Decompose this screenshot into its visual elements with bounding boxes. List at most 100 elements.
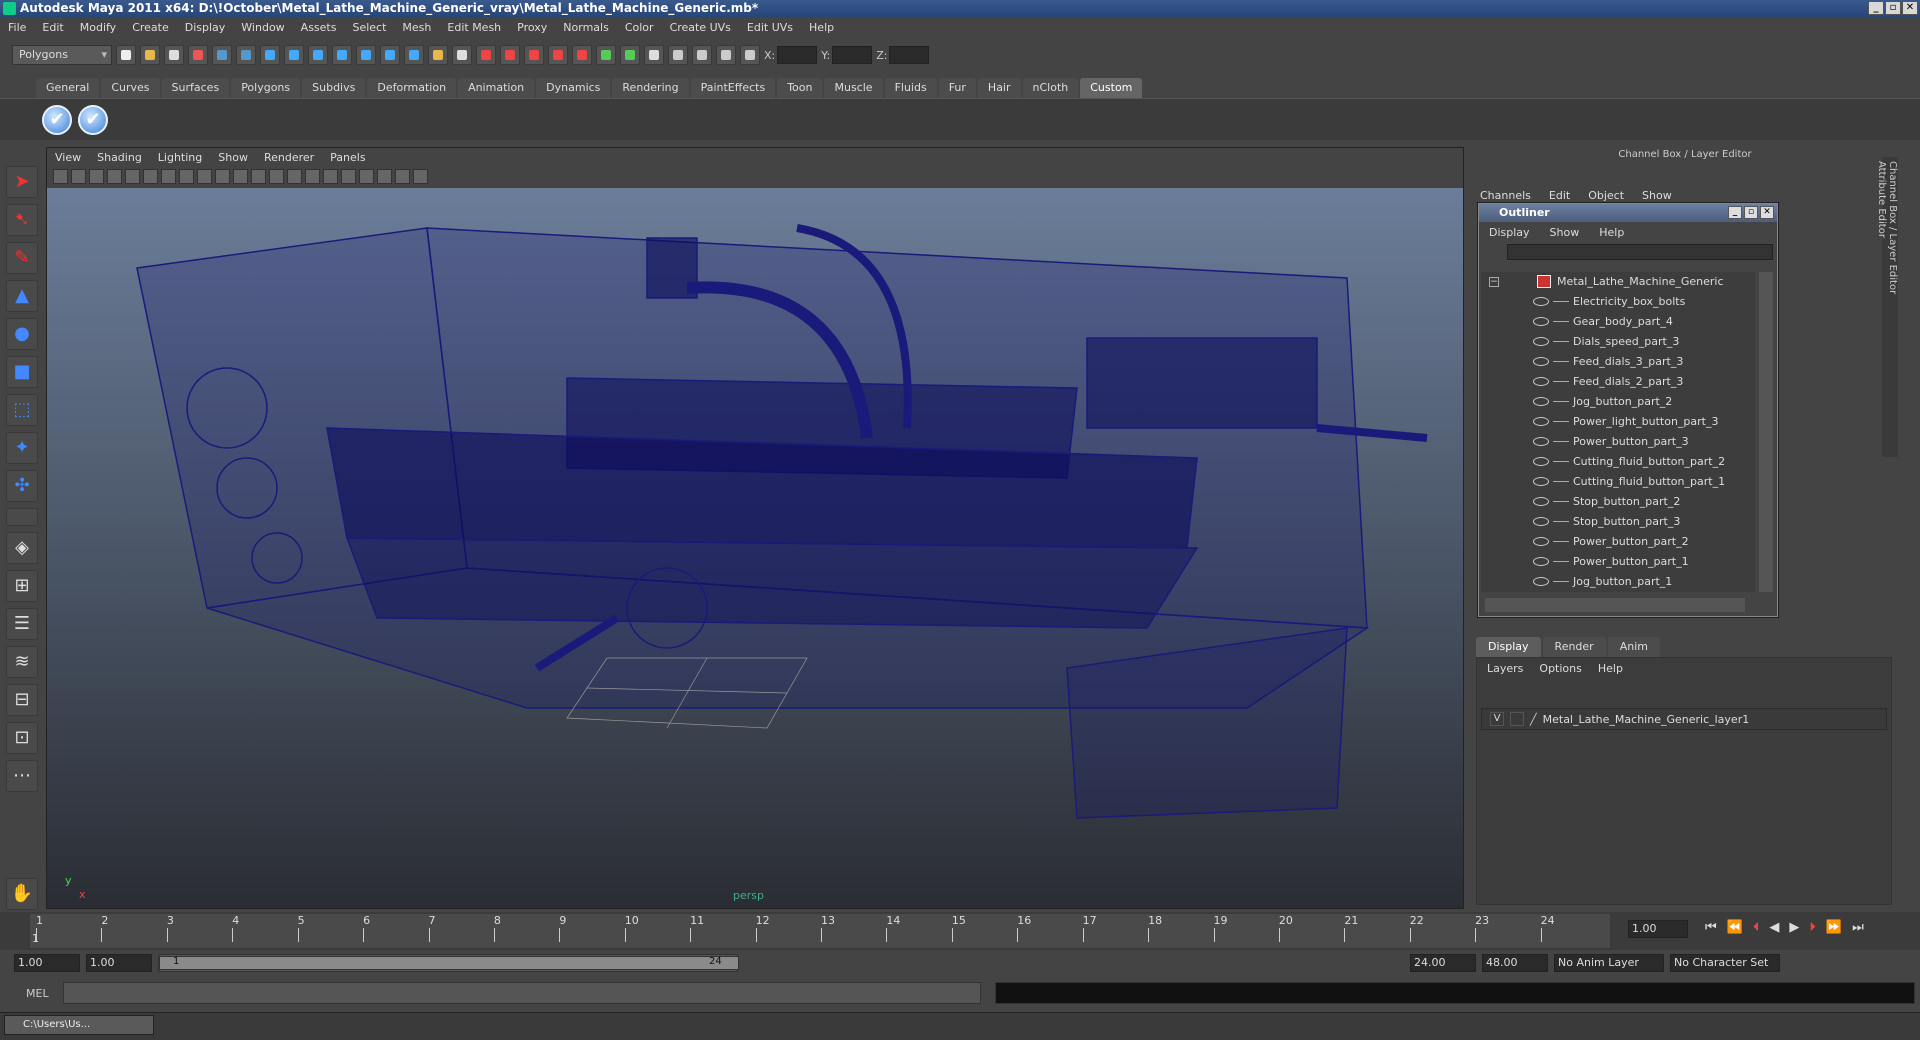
input-ops-icon[interactable] <box>596 45 616 65</box>
menu-mesh[interactable]: Mesh <box>402 21 431 34</box>
outliner-item[interactable]: Power_button_part_3 <box>1481 432 1755 452</box>
shelf-tab-toon[interactable]: Toon <box>777 78 823 98</box>
mel-input[interactable] <box>62 982 981 1004</box>
minimize-button[interactable]: _ <box>1868 1 1884 15</box>
layer-tab-display[interactable]: Display <box>1476 637 1541 657</box>
outliner-item[interactable]: Stop_button_part_3 <box>1481 512 1755 532</box>
step-forward-frame-icon[interactable]: ⏵ <box>1809 920 1816 935</box>
camera-attr-icon[interactable] <box>71 168 86 184</box>
move-tool-icon[interactable]: ▲ <box>6 280 38 312</box>
outliner-maximize-button[interactable]: ▫ <box>1744 206 1758 219</box>
menu-create-uvs[interactable]: Create UVs <box>670 21 731 34</box>
rename-icon[interactable] <box>692 45 712 65</box>
render-view-icon[interactable] <box>572 45 592 65</box>
menu-set-dropdown[interactable]: Polygons <box>12 45 112 65</box>
construction-history-icon[interactable] <box>452 45 472 65</box>
resolution-gate-icon[interactable] <box>161 168 176 184</box>
outliner-close-button[interactable]: ✕ <box>1760 206 1774 219</box>
output-ops-icon[interactable] <box>620 45 640 65</box>
lasso-icon[interactable]: ➷ <box>6 204 38 236</box>
render-current-icon[interactable] <box>476 45 496 65</box>
wire-on-shaded-icon[interactable] <box>287 168 302 184</box>
outliner-item[interactable]: Power_button_part_2 <box>1481 532 1755 552</box>
paint-select-icon[interactable]: ✎ <box>6 242 38 274</box>
outliner-item[interactable]: Electricity_box_bolts <box>1481 292 1755 312</box>
layout-persp-graph-icon[interactable]: ⊡ <box>6 722 38 754</box>
menu-file[interactable]: File <box>8 21 26 34</box>
layout-graph-icon[interactable]: ≋ <box>6 646 38 678</box>
outliner-item[interactable]: Cutting_fluid_button_part_2 <box>1481 452 1755 472</box>
question-icon[interactable] <box>404 45 424 65</box>
scale-tool-icon[interactable]: ■ <box>6 356 38 388</box>
menu-select[interactable]: Select <box>352 21 386 34</box>
menu-color[interactable]: Color <box>625 21 654 34</box>
lights-icon[interactable] <box>323 168 338 184</box>
end-time-field[interactable]: 48.00 <box>1482 954 1548 972</box>
vp-menu-renderer[interactable]: Renderer <box>264 151 314 164</box>
select-arrow-icon[interactable]: ➤ <box>6 166 38 198</box>
shelf-tab-painteffects[interactable]: PaintEffects <box>690 78 776 98</box>
vp-menu-shading[interactable]: Shading <box>97 151 142 164</box>
outliner-item[interactable]: Cutting_fluid_button_part_1 <box>1481 472 1755 492</box>
outliner-menu-display[interactable]: Display <box>1489 226 1530 239</box>
y-field[interactable] <box>832 46 873 64</box>
shelf-tab-dynamics[interactable]: Dynamics <box>536 78 611 98</box>
grid-icon[interactable] <box>125 168 140 184</box>
snap-live-icon[interactable] <box>356 45 376 65</box>
shelf-tab-fur[interactable]: Fur <box>938 78 976 98</box>
layout-outliner-icon[interactable]: ☰ <box>6 608 38 640</box>
outliner-root-item[interactable]: − Metal_Lathe_Machine_Generic <box>1481 272 1755 292</box>
image-plane-icon[interactable] <box>107 168 122 184</box>
step-back-key-icon[interactable]: ⏪ <box>1727 920 1743 935</box>
menu-assets[interactable]: Assets <box>301 21 337 34</box>
collapse-icon[interactable]: − <box>1489 277 1499 287</box>
absolute-transform-icon[interactable] <box>740 45 760 65</box>
vp-menu-show[interactable]: Show <box>218 151 248 164</box>
gate-mask-icon[interactable] <box>179 168 194 184</box>
maximize-button[interactable]: ▫ <box>1885 1 1901 15</box>
lock-icon[interactable] <box>428 45 448 65</box>
texture-icon[interactable] <box>305 168 320 184</box>
play-forwards-icon[interactable]: ▶ <box>1789 920 1799 935</box>
shelf-tab-curves[interactable]: Curves <box>101 78 160 98</box>
viewport-canvas[interactable]: y x persp <box>47 188 1463 908</box>
menu-window[interactable]: Window <box>241 21 284 34</box>
snap-point-icon[interactable] <box>308 45 328 65</box>
shelf-tab-custom[interactable]: Custom <box>1080 78 1143 98</box>
shelf-tab-animation[interactable]: Animation <box>458 78 535 98</box>
shadows-icon[interactable] <box>341 168 356 184</box>
snap-curve-icon[interactable] <box>284 45 304 65</box>
layout-more-icon[interactable]: ⋯ <box>6 760 38 792</box>
xray-icon[interactable] <box>359 168 374 184</box>
close-button[interactable]: ✕ <box>1902 1 1918 15</box>
outliner-menu-show[interactable]: Show <box>1550 226 1580 239</box>
cb-menu-show[interactable]: Show <box>1642 189 1672 202</box>
outliner-item[interactable]: Power_button_part_1 <box>1481 552 1755 572</box>
select-object-icon[interactable] <box>212 45 232 65</box>
side-tab-attribute-editor[interactable]: Attribute Editor <box>1876 161 1887 311</box>
vp-menu-panels[interactable]: Panels <box>330 151 365 164</box>
outliner-item[interactable]: Power_light_button_part_3 <box>1481 412 1755 432</box>
shelf-tab-rendering[interactable]: Rendering <box>612 78 689 98</box>
layer-visibility-toggle[interactable]: V <box>1490 712 1504 726</box>
layer-row[interactable]: V ╱ Metal_Lathe_Machine_Generic_layer1 <box>1481 708 1887 730</box>
select-component-icon[interactable] <box>236 45 256 65</box>
layout-four-icon[interactable]: ⊞ <box>6 570 38 602</box>
render-settings-icon[interactable] <box>524 45 544 65</box>
shelf-tab-fluids[interactable]: Fluids <box>884 78 937 98</box>
outliner-horizontal-scrollbar[interactable] <box>1485 598 1745 612</box>
go-to-end-icon[interactable]: ⏭ <box>1852 920 1864 935</box>
menu-modify[interactable]: Modify <box>80 21 116 34</box>
menu-edit-mesh[interactable]: Edit Mesh <box>447 21 501 34</box>
vp-menu-lighting[interactable]: Lighting <box>158 151 202 164</box>
menu-normals[interactable]: Normals <box>563 21 609 34</box>
channel-box-toggle-icon[interactable] <box>644 45 664 65</box>
anim-layer-dropdown[interactable]: No Anim Layer <box>1554 954 1664 972</box>
go-to-start-icon[interactable]: ⏮ <box>1705 920 1717 935</box>
outliner-item[interactable]: Dials_speed_part_3 <box>1481 332 1755 352</box>
playback-end-field[interactable]: 24.00 <box>1410 954 1476 972</box>
camera-select-icon[interactable] <box>53 168 68 184</box>
layer-menu-help[interactable]: Help <box>1598 662 1623 675</box>
menu-edit-uvs[interactable]: Edit UVs <box>747 21 793 34</box>
minimized-window[interactable]: C:\Users\Us... <box>4 1015 154 1035</box>
